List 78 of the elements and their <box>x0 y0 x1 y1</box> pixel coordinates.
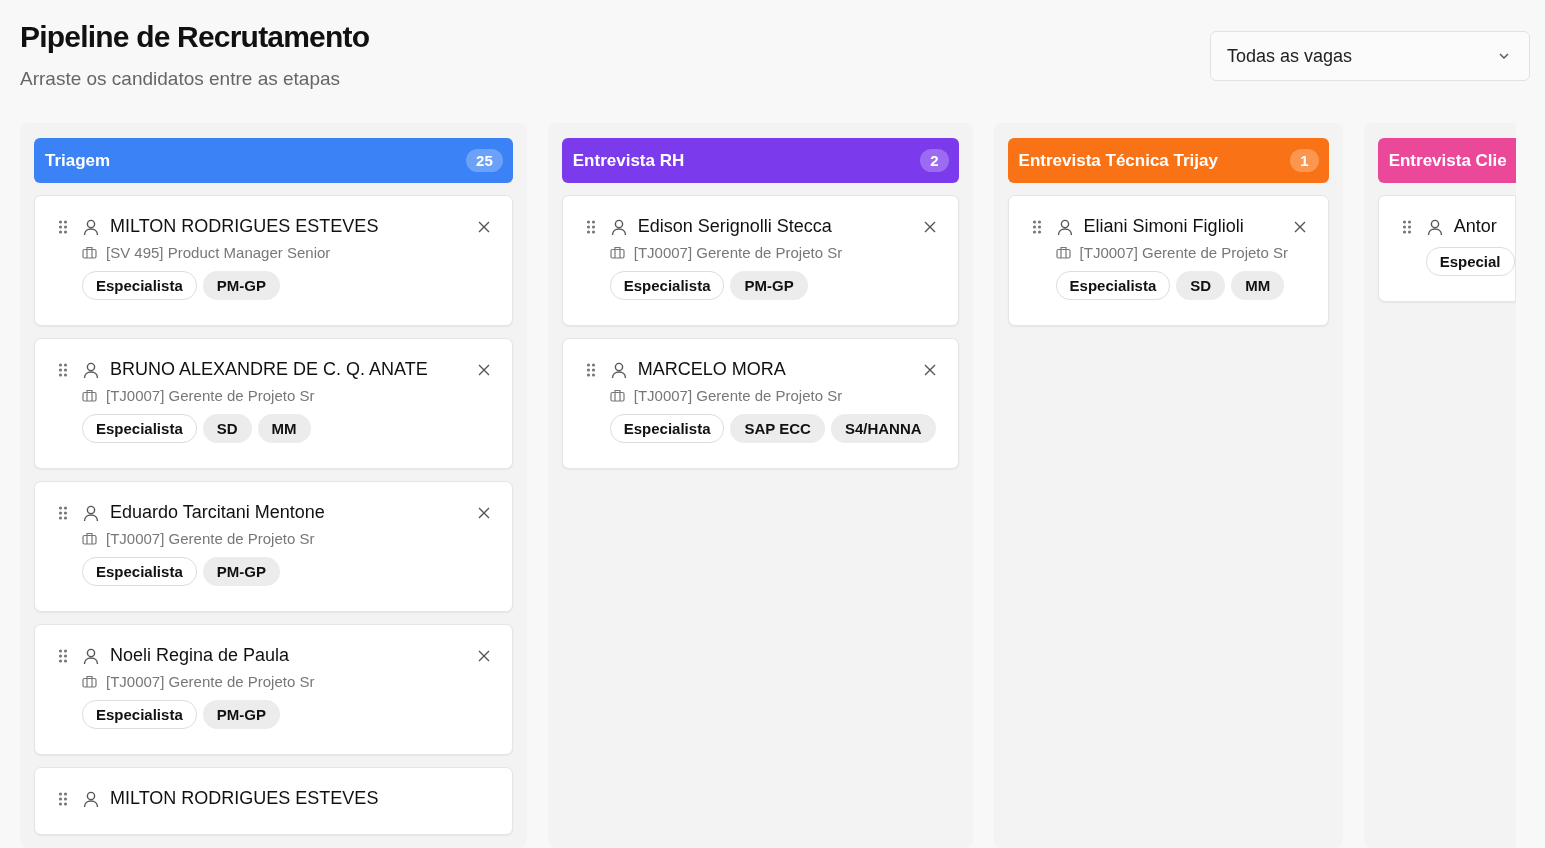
tag: MM <box>1231 271 1285 300</box>
tag: Especialista <box>1055 271 1171 300</box>
job-title: [TJ0007] Gerente de Projeto Sr <box>106 673 315 690</box>
person-icon <box>82 360 100 379</box>
job-title: [TJ0007] Gerente de Projeto Sr <box>633 387 843 404</box>
tag: Especialista <box>82 700 197 729</box>
briefcase-icon <box>82 675 97 688</box>
briefcase-icon <box>609 389 625 402</box>
tag: Especialista <box>609 414 725 443</box>
candidate-card[interactable]: MARCELO MORA [TJ0007] Gerente de Projeto Sr Especialista SAP ECC S4/HANNA <box>561 338 959 469</box>
tag: PM-GP <box>730 271 808 300</box>
tag: SAP ECC <box>730 414 825 443</box>
candidate-name: BRUNO ALEXANDRE DE C. Q. ANATE <box>110 359 428 380</box>
job-title: [TJ0007] Gerente de Projeto Sr <box>106 530 315 547</box>
count-badge: 25 <box>466 149 503 172</box>
briefcase-icon <box>82 389 97 402</box>
job-title: [TJ0007] Gerente de Projeto Sr <box>1079 244 1289 261</box>
drag-handle-icon[interactable] <box>585 362 596 378</box>
candidate-card[interactable]: Eduardo Tarcitani Mentone [TJ0007] Gerente de Projeto Sr Especialista PM-GP <box>34 481 513 612</box>
candidate-name: MILTON RODRIGUES ESTEVES <box>110 788 379 809</box>
tag: S4/HANNA <box>830 414 936 443</box>
candidate-name: MARCELO MORA <box>637 359 786 380</box>
candidate-card[interactable]: Antor Especial <box>1377 195 1516 302</box>
tag: PM-GP <box>202 700 280 729</box>
drag-handle-icon[interactable] <box>58 648 68 664</box>
person-icon <box>82 646 100 665</box>
column-title: Triagem <box>45 150 111 171</box>
tag: SD <box>1176 271 1226 300</box>
candidate-name: Antor <box>1453 216 1497 237</box>
briefcase-icon <box>1055 246 1071 259</box>
person-icon <box>82 217 100 236</box>
person-icon <box>82 503 100 522</box>
drag-handle-icon[interactable] <box>58 219 68 235</box>
tag: SD <box>202 414 252 443</box>
candidate-card[interactable]: Eliani Simoni Figlioli [TJ0007] Gerente de Projeto Sr Especialista SD MM <box>1007 195 1329 326</box>
briefcase-icon <box>609 246 625 259</box>
briefcase-icon <box>82 246 97 259</box>
person-icon <box>609 360 628 379</box>
count-badge: 1 <box>1290 149 1319 172</box>
candidate-name: Edison Serignolli Stecca <box>637 216 832 237</box>
job-title: [SV 495] Product Manager Senior <box>106 244 331 261</box>
candidate-name: Eliani Simoni Figlioli <box>1083 216 1244 237</box>
person-icon <box>609 217 628 236</box>
candidate-card[interactable]: BRUNO ALEXANDRE DE C. Q. ANATE [TJ0007] Gerente de Projeto Sr Especialista SD MM <box>34 338 513 469</box>
briefcase-icon <box>82 532 97 545</box>
tag: Especial <box>1425 247 1515 276</box>
tag: PM-GP <box>202 557 280 586</box>
tag: Especialista <box>82 271 197 300</box>
tag: Especialista <box>609 271 725 300</box>
tag: PM-GP <box>202 271 280 300</box>
drag-handle-icon[interactable] <box>1031 219 1042 235</box>
person-icon <box>82 789 100 808</box>
drag-handle-icon[interactable] <box>585 219 596 235</box>
job-title: [TJ0007] Gerente de Projeto Sr <box>633 244 843 261</box>
page-subtitle: Arraste os candidatos entre as etapas <box>20 68 342 90</box>
drag-handle-icon[interactable] <box>1401 219 1412 235</box>
column-title: Entrevista RH <box>572 150 685 171</box>
column-title: Entrevista Técnica Trijay <box>1018 150 1218 171</box>
person-icon <box>1425 217 1444 236</box>
tag: MM <box>257 414 311 443</box>
page-title: Pipeline de Recrutamento <box>20 20 370 54</box>
candidate-name: Noeli Regina de Paula <box>110 645 290 666</box>
drag-handle-icon[interactable] <box>58 791 68 807</box>
tag: Especialista <box>82 414 197 443</box>
candidate-name: Eduardo Tarcitani Mentone <box>110 502 325 523</box>
drag-handle-icon[interactable] <box>58 362 68 378</box>
candidate-card[interactable]: MILTON RODRIGUES ESTEVES <box>34 767 513 835</box>
column-title: Entrevista Clie <box>1388 150 1507 171</box>
candidate-card[interactable]: Noeli Regina de Paula [TJ0007] Gerente de Projeto Sr Especialista PM-GP <box>34 624 513 755</box>
count-badge: 2 <box>920 149 949 172</box>
candidate-card[interactable]: MILTON RODRIGUES ESTEVES [SV 495] Product Manager Senior Especialista PM-GP <box>34 195 513 326</box>
tag: Especialista <box>82 557 197 586</box>
job-title: [TJ0007] Gerente de Projeto Sr <box>106 387 315 404</box>
drag-handle-icon[interactable] <box>58 505 68 521</box>
candidate-card[interactable]: Edison Serignolli Stecca [TJ0007] Gerente de Projeto Sr Especialista PM-GP <box>561 195 959 326</box>
person-icon <box>1055 217 1074 236</box>
job-filter-dropdown[interactable]: Todas as vagas <box>1210 31 1530 81</box>
candidate-name: MILTON RODRIGUES ESTEVES <box>110 216 379 237</box>
